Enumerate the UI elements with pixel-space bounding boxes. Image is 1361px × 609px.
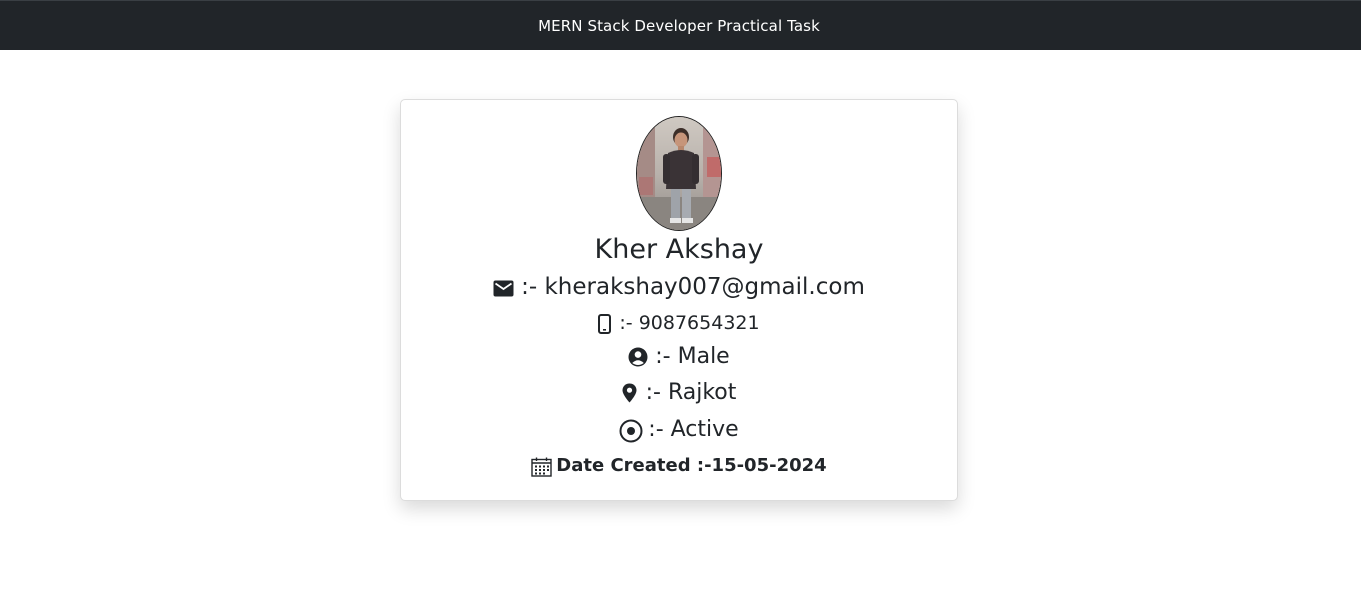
profile-status-text: :- Active [648, 416, 739, 442]
profile-email: :- kherakshay007@gmail.com [401, 272, 957, 302]
profile-email-text: :- kherakshay007@gmail.com [521, 274, 865, 300]
profile-gender: :- Male [401, 341, 957, 371]
profile-card: Kher Akshay :- kherakshay007@gmail.com :… [400, 99, 958, 501]
avatar-photo [637, 117, 721, 230]
map-pin-icon [622, 383, 637, 403]
profile-date-created-text: Date Created :-15-05-2024 [556, 454, 827, 476]
profile-avatar [636, 116, 722, 231]
user-circle-icon [628, 347, 648, 367]
navbar-title: MERN Stack Developer Practical Task [538, 16, 820, 35]
record-circle-icon [619, 419, 643, 443]
navbar: MERN Stack Developer Practical Task [0, 0, 1361, 50]
mobile-phone-icon [598, 313, 612, 334]
profile-gender-text: :- Male [655, 343, 730, 369]
envelope-icon [493, 280, 514, 297]
profile-city-text: :- Rajkot [645, 379, 737, 405]
profile-name-text: Kher Akshay [594, 233, 764, 265]
profile-phone-text: :- 9087654321 [619, 312, 760, 334]
profile-date-created: Date Created :-15-05-2024 [401, 451, 957, 479]
profile-city: :- Rajkot [401, 377, 957, 407]
profile-name: Kher Akshay [401, 232, 957, 266]
calendar-icon [531, 457, 552, 477]
profile-status: :- Active [401, 414, 957, 444]
profile-phone: :- 9087654321 [401, 309, 957, 337]
